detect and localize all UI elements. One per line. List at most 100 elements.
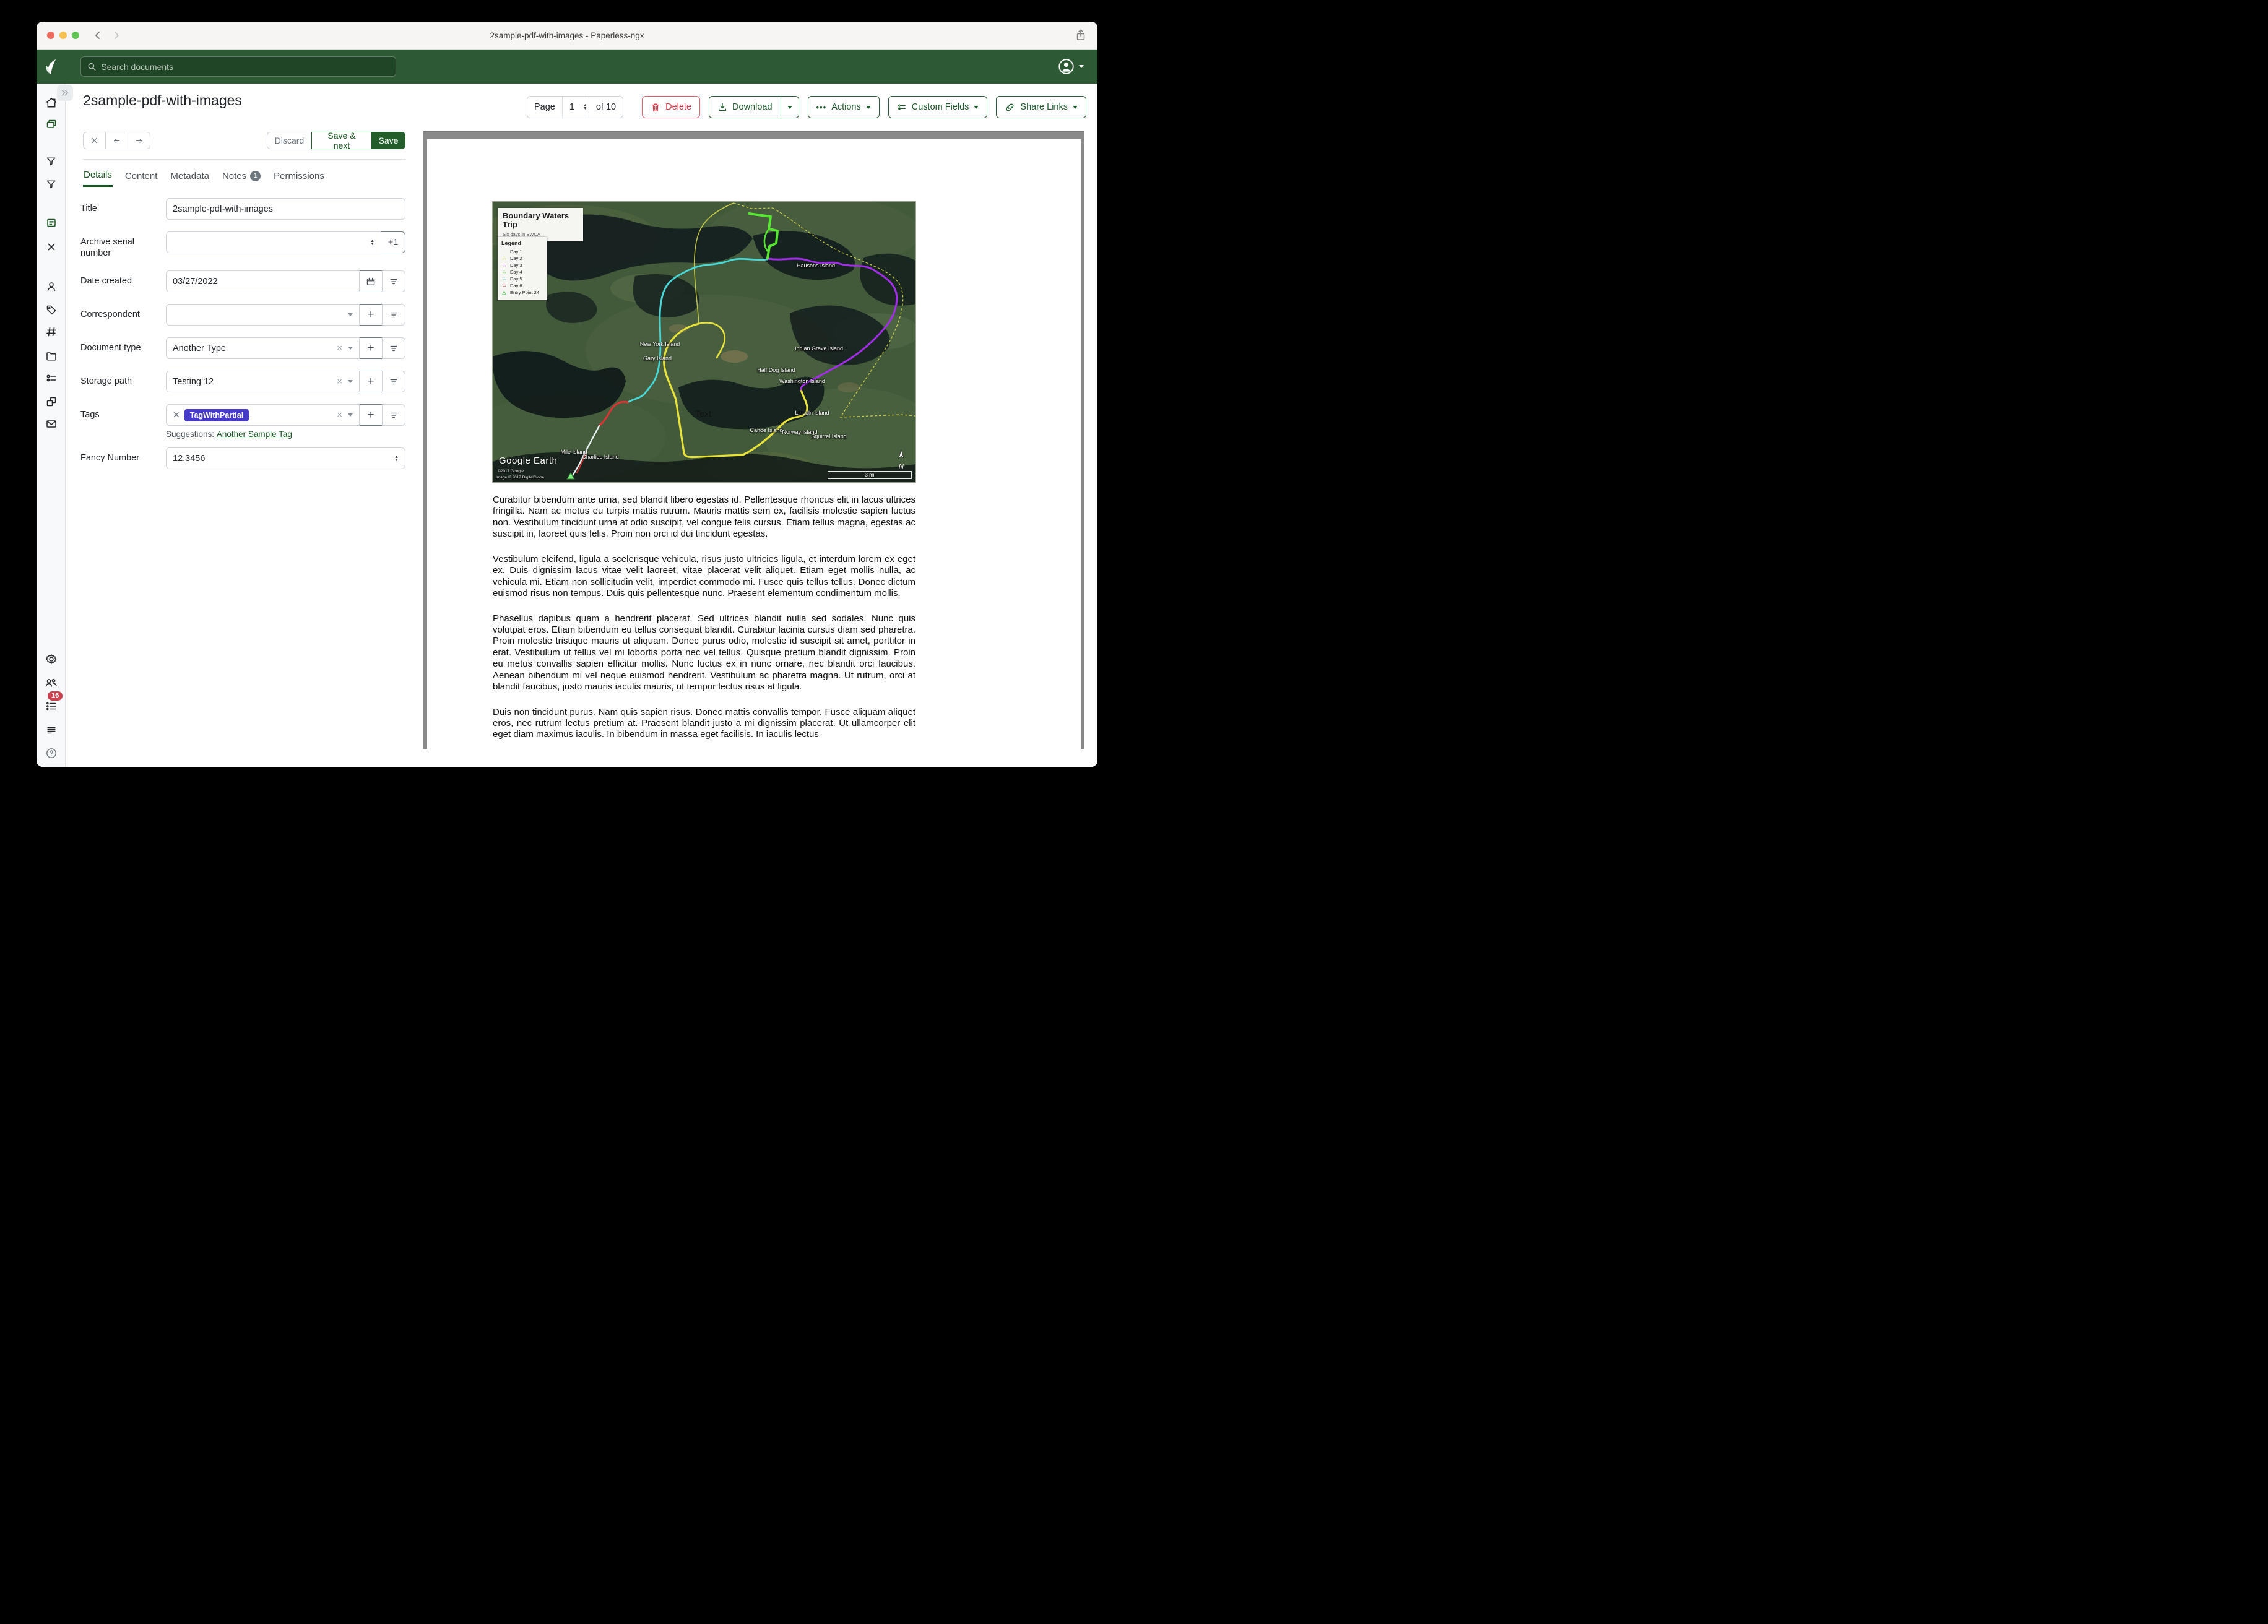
search-icon [87,62,96,71]
sidebar-item-close-all-documents[interactable] [37,238,66,256]
sidebar-item-storage-paths[interactable] [37,347,66,365]
map-label: Indian Grave Island [795,345,843,352]
map-copyright-1: ©2017 Google [498,469,524,473]
sidebar-item-settings[interactable] [37,650,66,668]
page-number-field[interactable]: ▲▼ [562,97,589,118]
remove-tag-icon[interactable]: ✕ [173,410,180,420]
page-title: 2sample-pdf-with-images [83,92,242,109]
discard-button[interactable]: Discard [267,132,312,149]
save-and-next-button[interactable]: Save & next [311,132,372,149]
asn-field[interactable]: ▲▼ [166,231,381,253]
map-label: Canoe Island [750,427,782,433]
asn-stepper[interactable]: ▲▼ [370,240,374,246]
document-actions-bar: Page ▲▼ of 10 Delete Download [527,96,1086,118]
previous-document-button[interactable] [105,132,128,149]
download-options-button[interactable] [781,96,799,118]
chevron-down-icon [348,413,353,417]
date-created-field[interactable] [166,270,360,292]
fancy-number-field[interactable]: ▲▼ [166,447,405,469]
hash-icon [45,326,58,338]
asn-input[interactable] [173,238,370,248]
custom-fields-icon [45,372,58,384]
close-icon [91,137,98,144]
legend-item: ∴Day 3 [501,262,543,269]
date-created-input[interactable] [173,277,353,287]
tab-permissions[interactable]: Permissions [273,166,325,187]
add-correspondent-button[interactable]: + [359,304,383,326]
page-navigation: Page ▲▼ of 10 [527,96,623,118]
open-document-icon [45,217,58,229]
add-tag-button[interactable]: + [359,404,383,426]
sidebar-item-saved-view-1[interactable] [37,152,66,170]
suggested-tag-link[interactable]: Another Sample Tag [217,430,292,439]
map-label: Charlies Island [582,454,619,460]
global-search[interactable] [80,56,396,77]
delete-button[interactable]: Delete [642,96,700,118]
sidebar-item-workflows[interactable] [37,392,66,411]
close-document-button[interactable] [83,132,106,149]
sidebar-item-users-groups[interactable] [37,673,66,692]
tab-details[interactable]: Details [83,166,113,187]
link-icon [1005,102,1015,113]
asn-increment-button[interactable]: +1 [381,231,405,253]
tab-notes[interactable]: Notes 1 [222,166,261,187]
storage-path-label: Storage path [80,371,166,392]
next-document-button[interactable] [128,132,150,149]
folder-icon [45,350,58,362]
sidebar-item-tags[interactable] [37,300,66,319]
logs-icon [46,725,57,736]
tags-label: Tags [80,404,166,426]
gear-icon [45,653,58,665]
edit-actions-row: Discard Save & next Save [83,132,405,149]
sidebar-item-tasks[interactable]: 16 [37,697,66,715]
actions-menu-button[interactable]: ••• Actions [808,96,880,118]
date-picker-button[interactable] [359,270,383,292]
filter-by-document-type-button[interactable] [382,337,405,359]
sidebar-item-correspondents[interactable] [37,277,66,296]
funnel-icon [45,155,57,167]
tab-content[interactable]: Content [124,166,158,187]
tags-select[interactable]: ✕ TagWithPartial × [166,404,360,426]
page-number-input[interactable] [569,102,583,112]
filter-by-tag-button[interactable] [382,404,405,426]
user-menu-button[interactable] [1058,58,1084,75]
filter-by-correspondent-button[interactable] [382,304,405,326]
filter-by-date-button[interactable] [382,270,405,292]
search-input[interactable] [101,62,389,72]
correspondent-select[interactable] [166,304,360,326]
chevron-down-icon [1073,106,1078,109]
sidebar-item-mail[interactable] [37,415,66,433]
tab-metadata[interactable]: Metadata [170,166,210,187]
save-button[interactable]: Save [371,132,405,149]
document-paragraph: Vestibulum eleifend, ligula a scelerisqu… [493,554,915,600]
custom-fields-button[interactable]: Custom Fields [888,96,988,118]
sidebar-item-logs[interactable] [37,721,66,740]
pdf-preview-pane[interactable]: Boundary Waters Trip Six days in BWCA Le… [423,131,1084,749]
sidebar-item-saved-view-2[interactable] [37,175,66,193]
clear-icon: × [337,410,342,420]
page-number-stepper[interactable]: ▲▼ [583,104,587,110]
paperless-logo[interactable] [37,58,66,76]
sidebar-item-open-document[interactable] [37,214,66,232]
sidebar-item-documents[interactable] [37,115,66,134]
tag-icon [45,303,58,316]
add-storage-path-button[interactable]: + [359,371,383,392]
date-created-label: Date created [80,270,166,292]
double-chevron-right-icon [61,89,69,97]
filter-by-storage-path-button[interactable] [382,371,405,392]
sidebar-item-documentation[interactable] [37,744,66,762]
fancy-number-stepper[interactable]: ▲▼ [394,456,399,462]
details-form: Title Archive serial number ▲▼ +1 [80,198,405,481]
share-page-button[interactable] [1075,29,1086,41]
download-button[interactable]: Download [709,96,781,118]
sidebar-item-custom-fields[interactable] [37,369,66,387]
add-document-type-button[interactable]: + [359,337,383,359]
title-input[interactable] [173,204,399,214]
sidebar-collapse-button[interactable] [57,85,73,101]
title-field[interactable] [166,198,405,220]
share-links-button[interactable]: Share Links [996,96,1086,118]
sidebar-item-document-types[interactable] [37,322,66,341]
storage-path-select[interactable]: Testing 12 × [166,371,360,392]
fancy-number-input[interactable] [173,454,394,464]
document-type-select[interactable]: Another Type × [166,337,360,359]
